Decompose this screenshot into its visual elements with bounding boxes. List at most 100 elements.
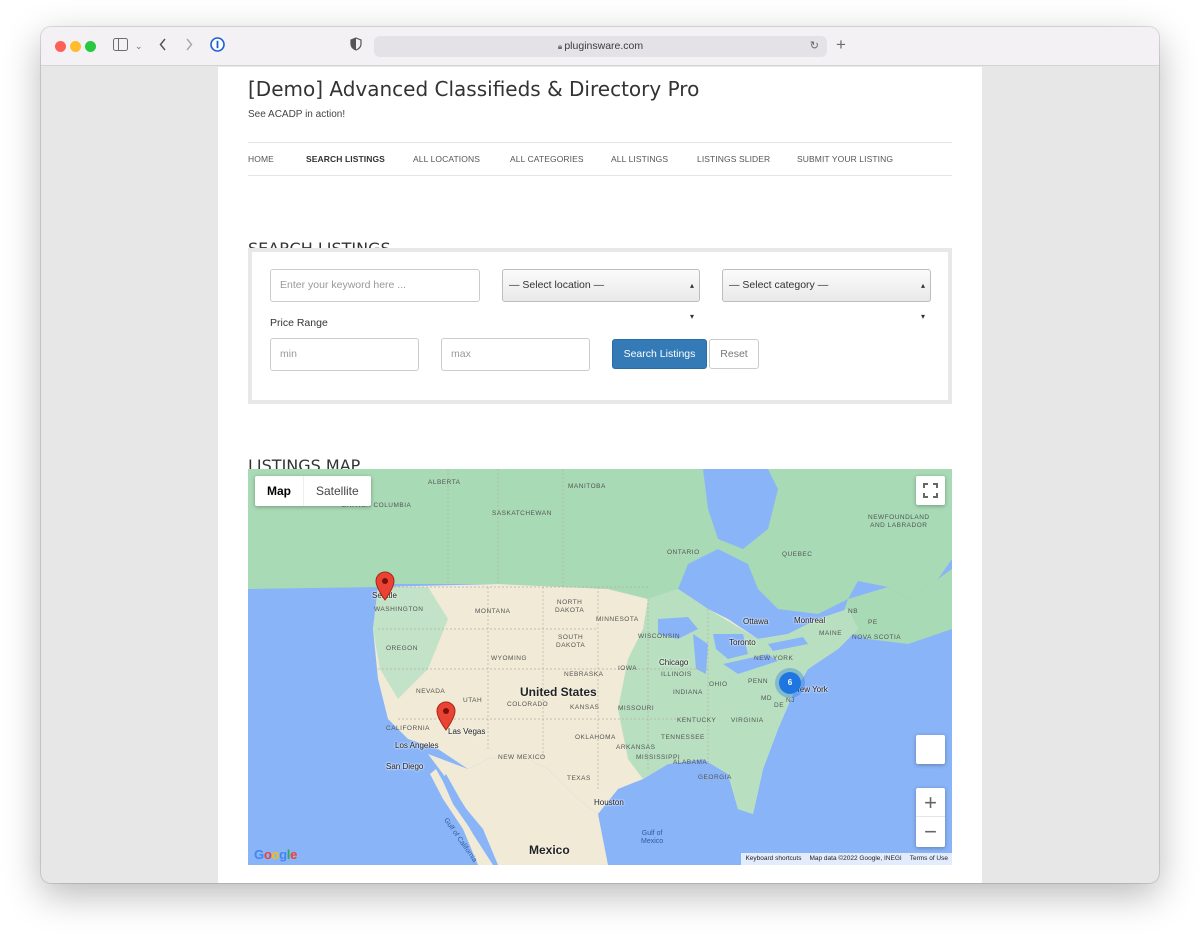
back-icon[interactable]	[159, 37, 167, 56]
browser-window: ⌄ 🔒︎ pluginsware.com ↻ + [Demo] Advanced…	[41, 27, 1159, 883]
new-tab-icon[interactable]: +	[836, 35, 846, 54]
nav-all-listings[interactable]: ALL LISTINGS	[611, 143, 668, 176]
site-title[interactable]: [Demo] Advanced Classifieds & Directory …	[248, 77, 699, 101]
map-label-utah: UTAH	[463, 697, 483, 704]
browser-titlebar: ⌄ 🔒︎ pluginsware.com ↻ +	[41, 27, 1159, 66]
sidebar-toggle-icon[interactable]	[113, 37, 128, 56]
select-arrows-icon: ▴ ▾	[920, 281, 925, 321]
map-label-washington: WASHINGTON	[374, 606, 424, 613]
zoom-in-button[interactable]: +	[916, 788, 945, 817]
city-montreal: Montreal	[794, 616, 826, 625]
select-arrows-icon: ▴ ▾	[689, 281, 694, 321]
map-label-minnesota: MINNESOTA	[596, 616, 639, 623]
forward-icon[interactable]	[185, 37, 193, 56]
map-label-ohio: OHIO	[709, 681, 728, 688]
reset-button[interactable]: Reset	[709, 339, 759, 369]
listing-marker-seattle[interactable]	[375, 571, 395, 601]
map-label-georgia: GEORGIA	[698, 774, 732, 781]
fullscreen-button[interactable]	[916, 476, 945, 505]
close-window-button[interactable]	[55, 41, 66, 52]
nav-listings-slider[interactable]: LISTINGS SLIDER	[697, 143, 770, 176]
terms-of-use-link[interactable]: Terms of Use	[906, 855, 952, 862]
price-min-input[interactable]: min	[270, 338, 419, 371]
fullscreen-icon	[923, 483, 938, 498]
map-label-nebraska: NEBRASKA	[564, 671, 604, 678]
map-label-new-mexico: NEW MEXICO	[498, 754, 546, 761]
map-label-manitoba: MANITOBA	[568, 483, 606, 490]
zoom-control: + −	[916, 788, 945, 847]
map-label-iowa: IOWA	[618, 665, 638, 672]
map-label-penn: PENN	[748, 678, 769, 685]
map-label-kansas: KANSAS	[570, 704, 600, 711]
map-label-nova-scotia: NOVA SCOTIA	[852, 634, 902, 641]
map-label-newfoundland: NEWFOUNDLAND AND LABRADOR	[868, 514, 930, 529]
category-select-value: — Select category —	[729, 279, 829, 291]
city-chicago: Chicago	[659, 658, 689, 667]
map-label-wisconsin: WISCONSIN	[638, 633, 681, 640]
city-ottawa: Ottawa	[743, 617, 769, 626]
nav-submit-listing[interactable]: SUBMIT YOUR LISTING	[797, 143, 893, 176]
map-data-text: Map data ©2022 Google, INEGI	[809, 855, 902, 862]
search-form: Enter your keyword here ... — Select loc…	[248, 248, 952, 404]
map-label-arkansas: ARKANSAS	[616, 744, 656, 751]
map-label-new-york: NEW YORK	[754, 655, 794, 662]
marker-cluster[interactable]: 6	[779, 672, 801, 694]
location-select-value: — Select location —	[509, 279, 605, 291]
water-gulf-of-mexico: Gulf of Mexico	[641, 830, 664, 845]
search-listings-button[interactable]: Search Listings	[612, 339, 707, 369]
street-view-button[interactable]	[916, 735, 945, 764]
minimize-window-button[interactable]	[70, 41, 81, 52]
address-bar[interactable]: 🔒︎ pluginsware.com ↻	[374, 36, 827, 57]
map-label-maine: MAINE	[819, 630, 843, 637]
zoom-out-button[interactable]: −	[916, 817, 945, 846]
map-attribution: Keyboard shortcuts Map data ©2022 Google,…	[741, 853, 952, 865]
map-label-missouri: MISSOURI	[618, 705, 655, 712]
map-type-satellite-button[interactable]: Satellite	[303, 476, 371, 506]
map-label-md: MD	[761, 695, 773, 702]
chevron-down-icon[interactable]: ⌄	[135, 37, 143, 56]
privacy-shield-icon[interactable]	[350, 37, 362, 56]
map-label-alberta: ALBERTA	[428, 479, 461, 486]
city-houston: Houston	[594, 798, 624, 807]
map-label-illinois: ILLINOIS	[661, 671, 692, 678]
url-text: pluginsware.com	[564, 40, 644, 52]
city-toronto: Toronto	[729, 638, 756, 647]
map-type-control: Map Satellite	[255, 476, 371, 506]
keyboard-shortcuts-link[interactable]: Keyboard shortcuts	[741, 855, 805, 862]
map-label-nj: NJ	[786, 697, 795, 704]
google-logo[interactable]: Google	[254, 847, 297, 862]
map-label-kentucky: KENTUCKY	[677, 717, 717, 724]
map-label-saskatchewan: SASKATCHEWAN	[492, 510, 552, 517]
country-mexico: Mexico	[529, 843, 570, 857]
map-label-de: DE	[774, 702, 785, 709]
map-label-wyoming: WYOMING	[491, 655, 527, 662]
map-type-map-button[interactable]: Map	[255, 476, 303, 506]
city-los-angeles: Los Angeles	[395, 741, 439, 750]
nav-all-categories[interactable]: ALL CATEGORIES	[510, 143, 584, 176]
map-label-nevada: NEVADA	[416, 688, 446, 695]
map-label-tennessee: TENNESSEE	[661, 734, 705, 741]
keyword-input[interactable]: Enter your keyword here ...	[270, 269, 480, 302]
listing-marker-las-vegas[interactable]	[436, 701, 456, 731]
nav-search-listings[interactable]: SEARCH LISTINGS	[306, 143, 385, 176]
nav-all-locations[interactable]: ALL LOCATIONS	[413, 143, 480, 176]
map-label-texas: TEXAS	[567, 775, 591, 782]
map-label-quebec: QUEBEC	[782, 551, 813, 558]
price-max-input[interactable]: max	[441, 338, 590, 371]
reload-icon[interactable]: ↻	[810, 36, 819, 57]
map-label-montana: MONTANA	[475, 608, 511, 615]
password-manager-icon[interactable]	[210, 37, 225, 57]
nav-home[interactable]: HOME	[248, 143, 274, 176]
site-tagline: See ACADP in action!	[248, 109, 346, 120]
location-select[interactable]: — Select location — ▴ ▾	[502, 269, 700, 321]
map-label-alabama: ALABAMA	[673, 759, 708, 766]
price-range-label: Price Range	[270, 317, 328, 329]
category-select[interactable]: — Select category — ▴ ▾	[722, 269, 931, 321]
map-label-pei: PE	[868, 619, 878, 626]
zoom-window-button[interactable]	[85, 41, 96, 52]
map-label-oklahoma: OKLAHOMA	[575, 734, 616, 741]
country-united-states: United States	[520, 685, 597, 699]
address-bar-text: 🔒︎ pluginsware.com	[374, 36, 827, 57]
desktop: ⌄ 🔒︎ pluginsware.com ↻ + [Demo] Advanced…	[0, 0, 1200, 937]
listings-map[interactable]: ALBERTA MANITOBA BRITISH COLUMBIA SASKAT…	[248, 469, 952, 865]
